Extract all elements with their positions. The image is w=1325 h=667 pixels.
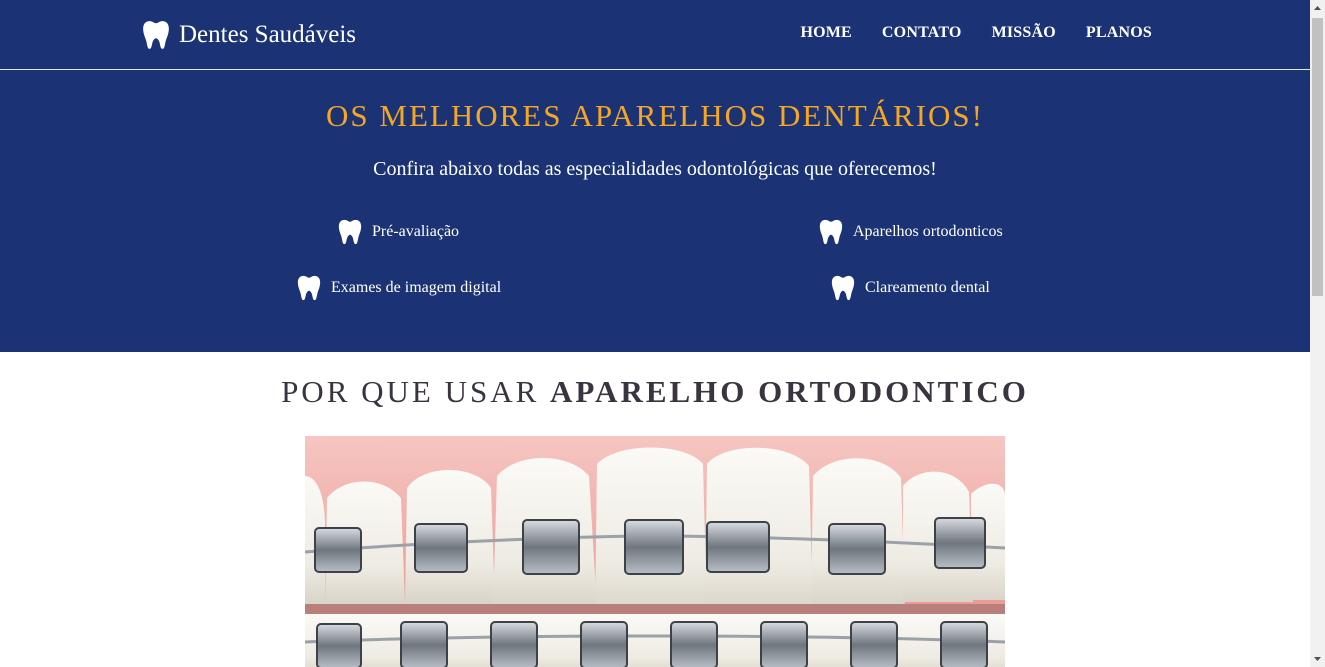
section-title: POR QUE USAR APARELHO ORTODONTICO — [0, 374, 1310, 410]
tooth-icon — [297, 275, 321, 301]
service-label: Aparelhos ortodonticos — [853, 223, 1003, 240]
hero-section: Dentes Saudáveis HOME CONTATO MISSÃO PLA… — [0, 0, 1310, 352]
upper-brackets — [314, 517, 986, 575]
braces-illustration — [305, 436, 1005, 667]
hero-title: OS MELHORES APARELHOS DENTÁRIOS! — [326, 98, 984, 133]
page: Dentes Saudáveis HOME CONTATO MISSÃO PLA… — [0, 0, 1310, 667]
service-item-clareamento: Clareamento dental — [831, 275, 990, 301]
service-label: Clareamento dental — [865, 279, 990, 296]
section-title-bold: APARELHO ORTODONTICO — [550, 374, 1029, 409]
scroll-down-arrow-icon[interactable] — [1310, 650, 1325, 667]
tooth-icon — [338, 219, 362, 245]
tooth-icon — [831, 275, 855, 301]
brand-link[interactable]: Dentes Saudáveis — [143, 19, 356, 51]
brand-name: Dentes Saudáveis — [179, 21, 357, 48]
service-label: Pré-avaliação — [372, 223, 460, 240]
page-scrollbar[interactable] — [1310, 0, 1325, 667]
scroll-up-arrow-icon[interactable] — [1310, 0, 1325, 17]
nav-home[interactable]: HOME — [800, 24, 851, 42]
tooth-icon — [819, 219, 843, 245]
main-nav: HOME CONTATO MISSÃO PLANOS — [800, 24, 1152, 42]
section-title-light: POR QUE USAR — [281, 374, 551, 409]
navbar: Dentes Saudáveis HOME CONTATO MISSÃO PLA… — [0, 0, 1310, 70]
nav-missao[interactable]: MISSÃO — [992, 24, 1056, 42]
service-label: Exames de imagem digital — [331, 279, 502, 296]
scrollbar-thumb[interactable] — [1312, 18, 1323, 296]
service-item-pre-avaliacao: Pré-avaliação — [338, 219, 459, 245]
nav-contato[interactable]: CONTATO — [882, 24, 962, 42]
braces-photo — [305, 436, 1005, 667]
service-item-aparelhos: Aparelhos ortodonticos — [819, 219, 1003, 245]
nav-planos[interactable]: PLANOS — [1086, 24, 1152, 42]
service-item-exames: Exames de imagem digital — [297, 275, 501, 301]
tooth-icon — [143, 21, 169, 49]
hero-subtitle: Confira abaixo todas as especialidades o… — [373, 158, 937, 180]
